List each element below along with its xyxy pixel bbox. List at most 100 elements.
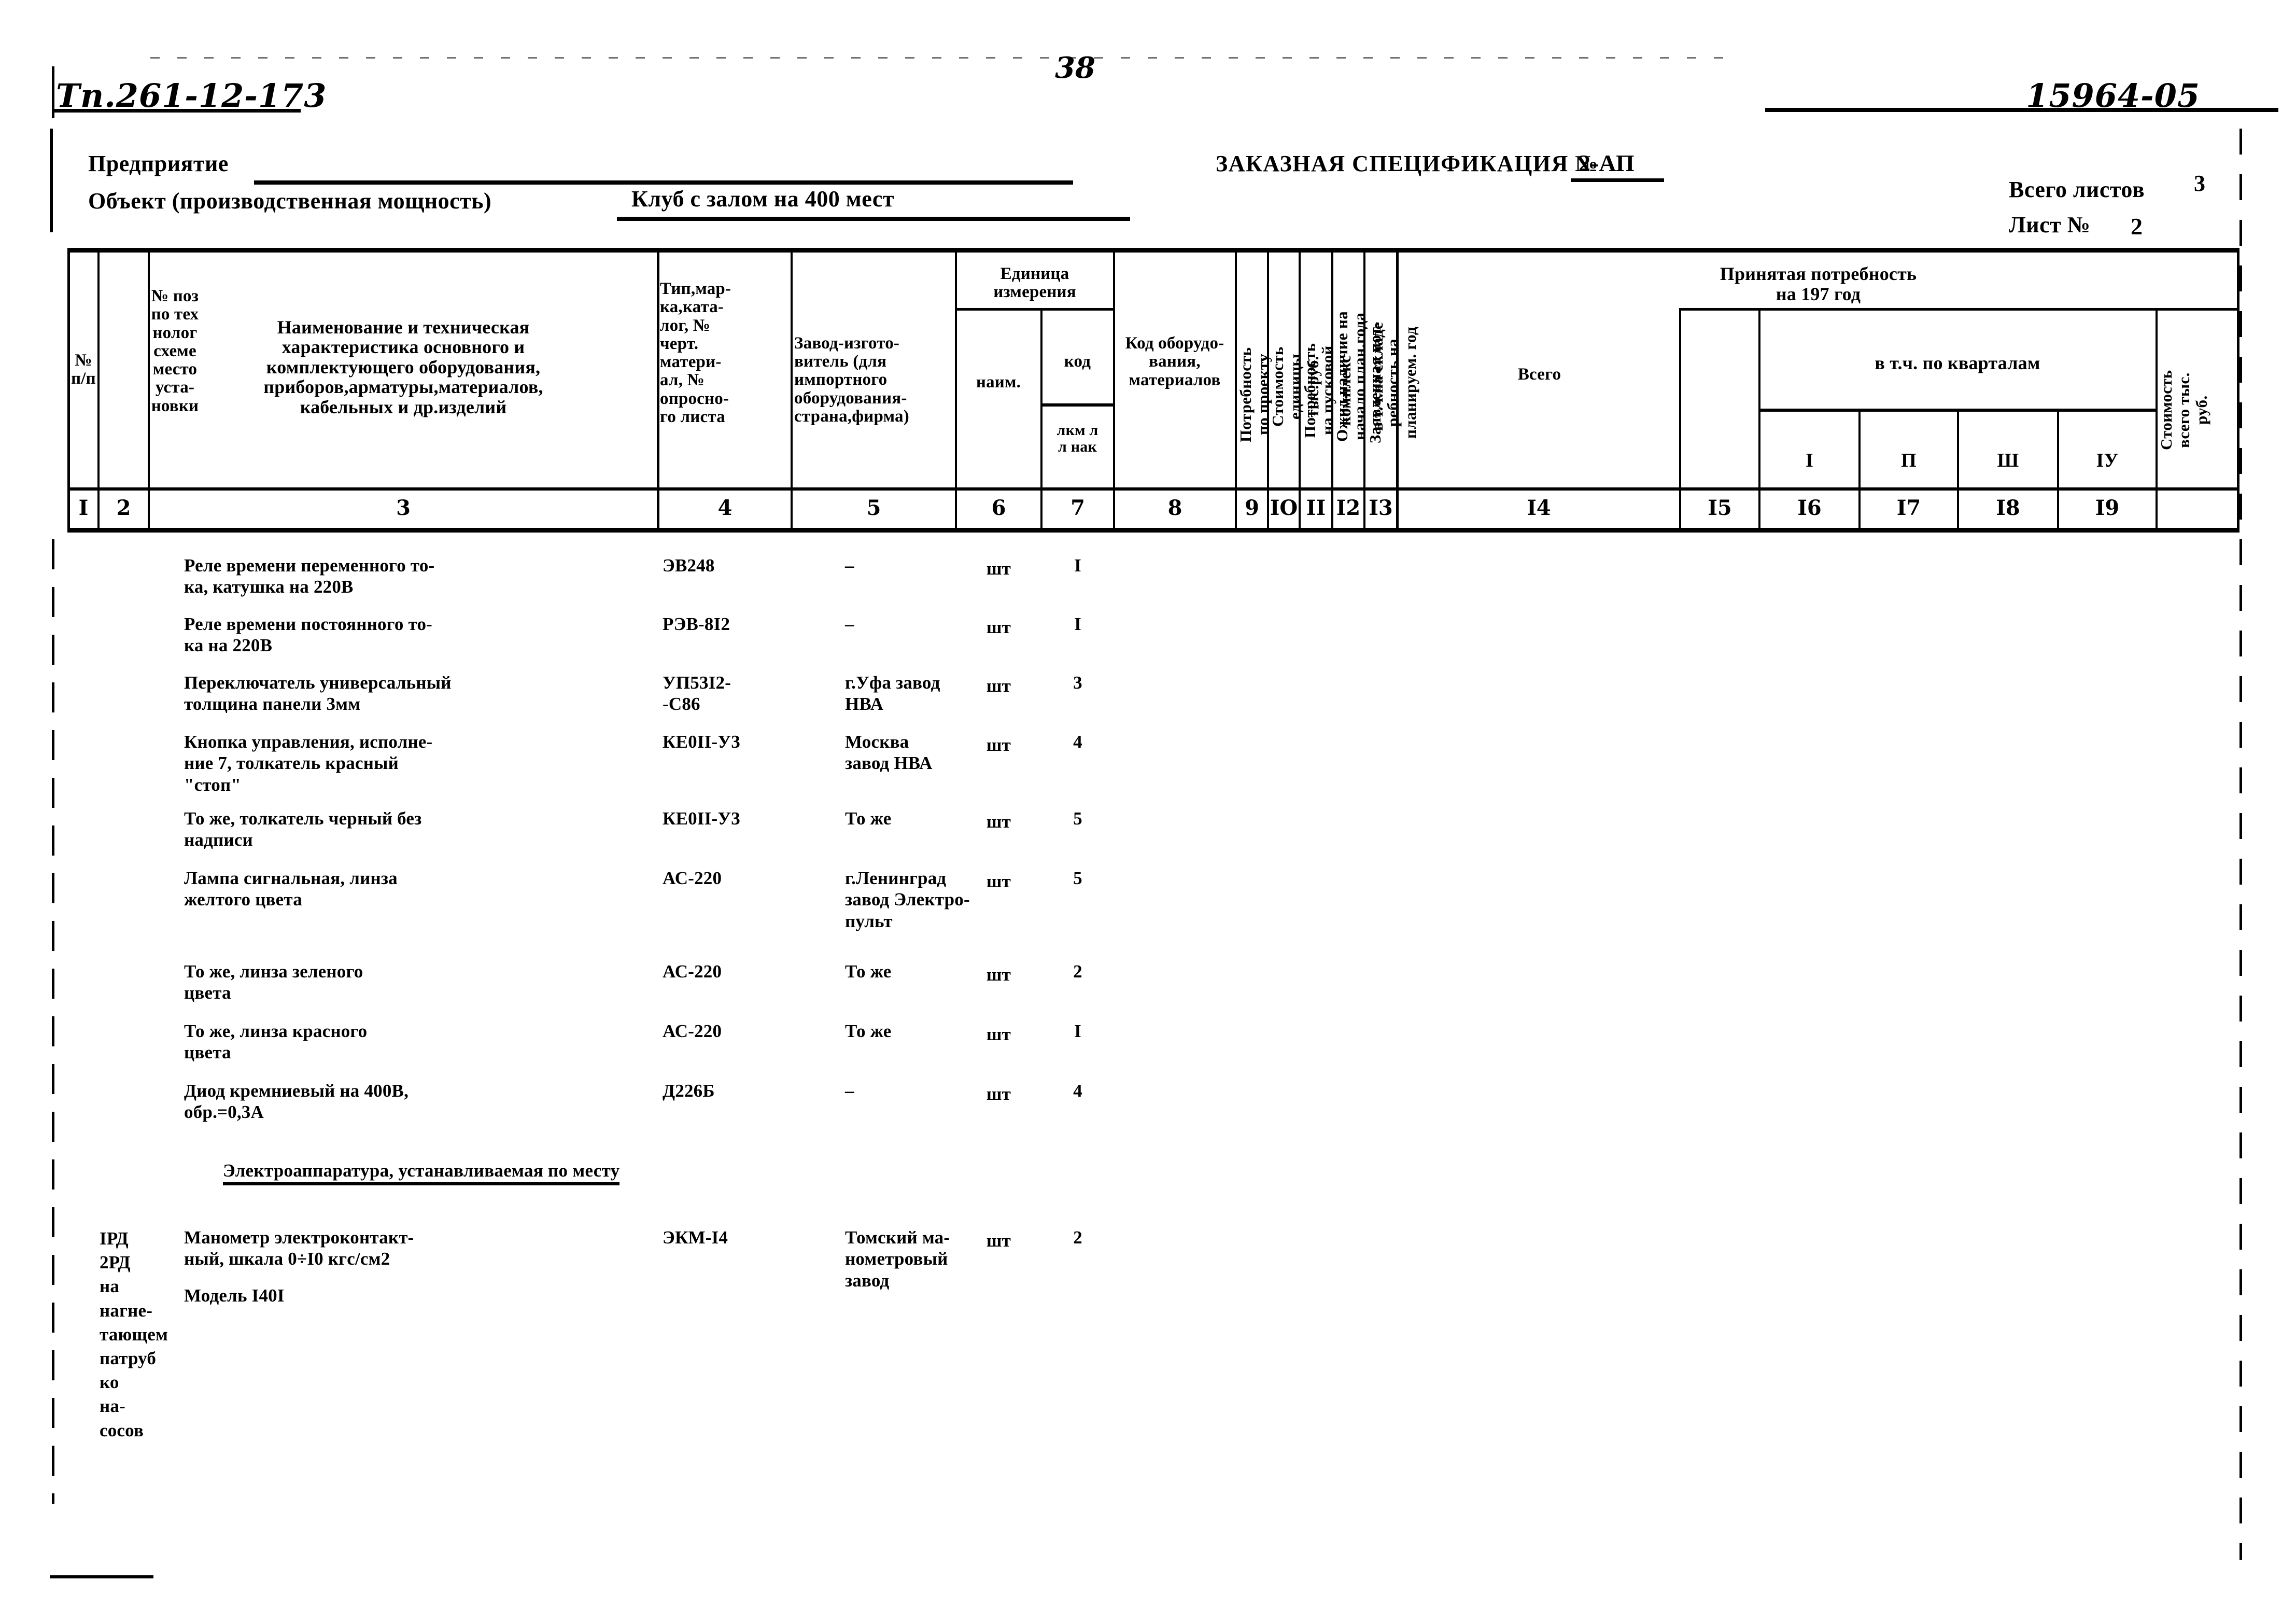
col-border-3	[657, 248, 659, 533]
page-frame-bottom	[50, 1575, 153, 1578]
col-border-4	[791, 248, 793, 533]
row-code: I	[1074, 614, 1081, 634]
sheet-number-value: 2	[2131, 213, 2143, 240]
row-position: IРД 2РД на нагне- тающем патруб ко на- с…	[100, 1228, 168, 1440]
table-row: Реле времени переменного то- ка, катушка…	[184, 555, 435, 597]
unit-group-divider	[955, 308, 1113, 311]
table-row: Манометр электроконтакт- ный, шкала 0÷I0…	[184, 1227, 414, 1269]
row-type: ЭКМ-I4	[663, 1227, 728, 1248]
colnum-6: 6	[991, 496, 1006, 520]
page-frame-left-dashed	[52, 539, 54, 1504]
page-frame-right-dashed	[2239, 129, 2242, 1560]
row-code: 5	[1073, 808, 1082, 829]
row-type: АС-220	[663, 1021, 722, 1041]
section-heading: Электроаппаратура, устанавливаемая по ме…	[223, 1160, 620, 1185]
header-col-14: Всего	[1517, 365, 1561, 384]
row-factory: г.Уфа завод НВА	[845, 673, 940, 715]
row-factory: –	[845, 555, 854, 576]
header-col-16: П	[1901, 449, 1917, 471]
colnum-19: I9	[2095, 496, 2120, 520]
row-code: I	[1074, 555, 1081, 576]
table-row: То же, толкатель черный без надписи	[184, 808, 422, 850]
row-code: 2	[1073, 1227, 1082, 1248]
numberrow-bottom-border	[67, 528, 2239, 533]
table-row: Реле времени постоянного то- ка на 220В	[184, 614, 433, 656]
page-frame-left	[50, 129, 53, 232]
colnum-3: 3	[396, 496, 411, 520]
header-col-13: Заявленная пот- ребность на планируем. г…	[1366, 321, 1420, 444]
row-type: КЕ0II-У3	[663, 808, 740, 829]
archive-number-underline	[1765, 108, 2278, 112]
header-col-1: № п/п	[71, 351, 96, 388]
header-col-3: Наименование и техническая характеристик…	[263, 316, 543, 417]
row-factory: Томский ма- нометровый завод	[845, 1227, 950, 1291]
header-accepted-group: Принятая потребность на 197 год	[1720, 263, 1917, 304]
colnum-15: I5	[1708, 496, 1732, 520]
colnum-16: I6	[1797, 496, 1822, 520]
row-code: I	[1074, 1021, 1081, 1041]
row-type: КЕ0II-У3	[663, 732, 740, 752]
row-unit: шт	[986, 676, 1011, 696]
col-border-7	[1113, 248, 1115, 533]
table-row: Кнопка управления, исполне- ние 7, толка…	[184, 732, 433, 795]
row-type: УП53I2- -С86	[663, 673, 731, 715]
colnum-9: 9	[1245, 496, 1259, 520]
enterprise-label: Предприятие	[88, 151, 229, 176]
colnum-2: 2	[116, 496, 131, 520]
colnum-10: IO	[1270, 496, 1298, 520]
row-type: Д226Б	[663, 1081, 715, 1101]
row-unit: шт	[986, 1024, 1011, 1044]
row-type: ЭВ248	[663, 555, 715, 576]
header-col-12: Ожид.наличие на начало план.года в т.ч.н…	[1333, 311, 1387, 442]
colnum-13: I3	[1369, 496, 1393, 520]
header-col-7-bottom: лкм л л нак	[1057, 421, 1098, 455]
header-unit-group: Единица измерения	[993, 264, 1076, 301]
col-border-20	[2237, 248, 2239, 533]
col-border-2	[148, 248, 150, 533]
code-sub-divider	[1042, 403, 1113, 407]
sheet-number-label: Лист №	[2009, 212, 2091, 237]
row-code: 2	[1073, 961, 1082, 982]
row-code: 5	[1073, 868, 1082, 888]
header-col-4: Тип,мар- ка,ката- лог, № черт. матери- а…	[660, 279, 731, 427]
page-number: 38	[1055, 51, 1095, 85]
colnum-5: 5	[866, 496, 881, 520]
document-page: Тп.261-12-173 38 15964-05 Предприятие Об…	[0, 0, 2296, 1623]
row-unit: шт	[986, 558, 1011, 579]
row-unit: шт	[986, 1084, 1011, 1104]
header-quarters-group: в т.ч. по кварталам	[1875, 352, 2040, 373]
header-col-15: I	[1806, 449, 1813, 471]
row-unit: шт	[986, 964, 1011, 985]
row-code: 4	[1073, 1081, 1082, 1101]
colnum-11: II	[1306, 496, 1326, 520]
specification-title: ЗАКАЗНАЯ СПЕЦИФИКАЦИЯ №	[1216, 151, 1599, 176]
colnum-8: 8	[1167, 496, 1182, 520]
drawing-number-underline	[52, 109, 301, 113]
specification-number-rule	[1571, 178, 1664, 182]
table-row: То же, линза красного цвета	[184, 1021, 368, 1063]
row-unit: шт	[986, 617, 1011, 637]
row-unit: шт	[986, 735, 1011, 755]
enterprise-field-rule	[254, 180, 1073, 185]
table-row: Лампа сигнальная, линза желтого цвета	[184, 868, 398, 910]
row-unit: шт	[986, 812, 1011, 832]
row-model: Модель I40I	[184, 1285, 285, 1306]
row-factory: То же	[845, 808, 892, 829]
object-label: Объект (производственная мощность)	[88, 188, 492, 214]
row-unit: шт	[986, 1230, 1011, 1251]
row-factory: –	[845, 614, 854, 634]
colnum-17: I7	[1896, 496, 1921, 520]
header-col-6: наим.	[976, 373, 1021, 392]
col-border-1	[97, 248, 100, 533]
colnum-14: I4	[1527, 496, 1551, 520]
header-col-5: Завод-изгото- витель (для импортного обо…	[794, 333, 909, 426]
header-col-17: Ш	[1997, 449, 2019, 471]
header-col-18: IУ	[2096, 449, 2119, 471]
row-type: АС-220	[663, 868, 722, 888]
table-row: Диод кремниевый на 400В, обр.=0,3А	[184, 1081, 409, 1123]
table-row: То же, линза зеленого цвета	[184, 961, 363, 1003]
header-col-9: Потребность по проекту	[1236, 347, 1273, 442]
row-factory: –	[845, 1081, 854, 1101]
table-top-border	[67, 248, 2239, 253]
header-col-7-top: код	[1064, 352, 1091, 371]
